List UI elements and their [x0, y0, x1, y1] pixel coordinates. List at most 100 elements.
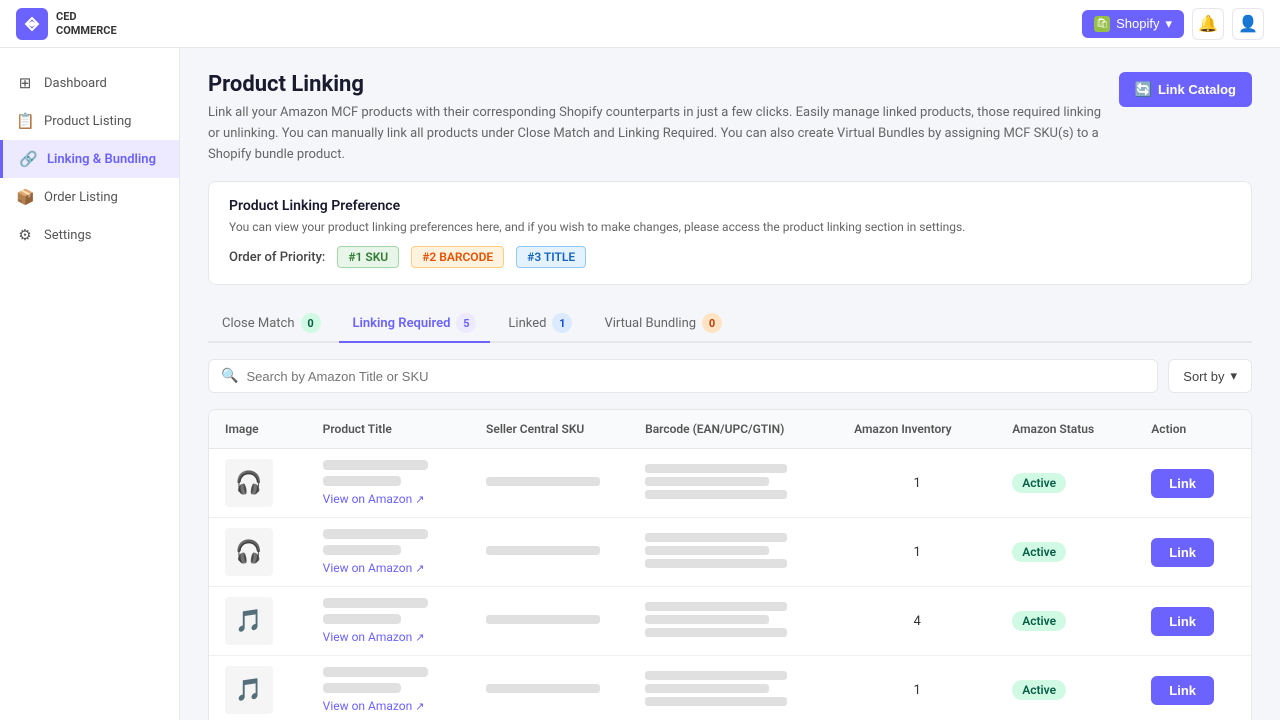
- search-icon: 🔍: [221, 368, 238, 384]
- cell-image-1: 🎧: [209, 518, 307, 587]
- barcode-line2-0: [645, 477, 769, 486]
- barcode-line3-3: [645, 697, 787, 706]
- view-on-amazon-link-3[interactable]: View on Amazon ↗: [323, 699, 454, 713]
- external-link-icon-3: ↗: [415, 700, 424, 713]
- tab-close-match-label: Close Match: [222, 316, 295, 331]
- product-subtitle-blur-1: [323, 545, 402, 555]
- product-image-1: 🎧: [225, 528, 273, 576]
- product-image-3: 🎵: [225, 666, 273, 714]
- sort-button[interactable]: Sort by ▾: [1168, 359, 1252, 393]
- product-table: Image Product Title Seller Central SKU B…: [208, 409, 1252, 720]
- barcode-line1-3: [645, 671, 787, 680]
- preference-title: Product Linking Preference: [229, 198, 1231, 214]
- product-image-0: 🎧: [225, 459, 273, 507]
- tab-close-match-badge: 0: [301, 313, 321, 333]
- badge-barcode: #2 BARCODE: [411, 246, 504, 268]
- shopify-button[interactable]: 🛍 Shopify ▾: [1082, 10, 1184, 38]
- col-barcode: Barcode (EAN/UPC/GTIN): [629, 410, 838, 449]
- table: Image Product Title Seller Central SKU B…: [209, 410, 1251, 720]
- shopify-label: Shopify: [1116, 16, 1159, 31]
- link-catalog-icon: 🔄: [1135, 81, 1152, 98]
- tab-linking-required[interactable]: Linking Required 5: [339, 305, 491, 343]
- chevron-down-icon: ▾: [1165, 16, 1172, 32]
- cell-action-0: Link: [1135, 449, 1251, 518]
- product-title-blur-0: [323, 460, 428, 470]
- cell-barcode-2: [629, 587, 838, 656]
- barcode-line1-1: [645, 533, 787, 542]
- link-button-2[interactable]: Link: [1151, 607, 1214, 636]
- product-listing-icon: 📋: [16, 112, 34, 130]
- bell-icon: 🔔: [1198, 14, 1218, 33]
- barcode-line1-0: [645, 464, 787, 473]
- search-sort-row: 🔍 Sort by ▾: [208, 359, 1252, 393]
- notification-button[interactable]: 🔔: [1192, 8, 1224, 40]
- link-button-3[interactable]: Link: [1151, 676, 1214, 705]
- link-button-1[interactable]: Link: [1151, 538, 1214, 567]
- barcode-line2-1: [645, 546, 769, 555]
- user-icon: 👤: [1238, 14, 1258, 33]
- cell-action-1: Link: [1135, 518, 1251, 587]
- cell-barcode-3: [629, 656, 838, 720]
- priority-row: Order of Priority: #1 SKU #2 BARCODE #3 …: [229, 246, 1231, 268]
- view-on-amazon-link-0[interactable]: View on Amazon ↗: [323, 492, 454, 506]
- badge-sku: #1 SKU: [337, 246, 399, 268]
- col-amazon-status: Amazon Status: [996, 410, 1135, 449]
- link-catalog-button[interactable]: 🔄 Link Catalog: [1119, 72, 1252, 107]
- view-on-amazon-link-2[interactable]: View on Amazon ↗: [323, 630, 454, 644]
- cell-title-3: View on Amazon ↗: [307, 656, 470, 720]
- sidebar-item-order-listing[interactable]: 📦 Order Listing: [0, 178, 179, 216]
- link-button-0[interactable]: Link: [1151, 469, 1214, 498]
- sidebar-label-settings: Settings: [44, 228, 91, 243]
- cell-inventory-3: 1: [838, 656, 996, 720]
- sidebar-item-settings[interactable]: ⚙ Settings: [0, 216, 179, 254]
- col-product-title: Product Title: [307, 410, 470, 449]
- table-row: 🎧 View on Amazon ↗ 1 Active: [209, 518, 1251, 587]
- table-row: 🎵 View on Amazon ↗ 4 Active: [209, 587, 1251, 656]
- view-on-amazon-link-1[interactable]: View on Amazon ↗: [323, 561, 454, 575]
- barcode-line3-2: [645, 628, 787, 637]
- sidebar-item-linking-bundling[interactable]: 🔗 Linking & Bundling: [0, 140, 179, 178]
- chevron-sort-icon: ▾: [1230, 368, 1237, 384]
- cell-status-3: Active: [996, 656, 1135, 720]
- barcode-line3-0: [645, 490, 787, 499]
- cell-image-3: 🎵: [209, 656, 307, 720]
- product-title-blur-1: [323, 529, 428, 539]
- sidebar-label-orders: Order Listing: [44, 190, 118, 205]
- sidebar-label-product-listing: Product Listing: [44, 114, 131, 129]
- cell-action-3: Link: [1135, 656, 1251, 720]
- search-input[interactable]: [246, 369, 1145, 384]
- cell-image-2: 🎵: [209, 587, 307, 656]
- cell-status-0: Active: [996, 449, 1135, 518]
- tab-linked-label: Linked: [508, 316, 546, 331]
- tab-linked-badge: 1: [552, 313, 572, 333]
- sidebar-item-product-listing[interactable]: 📋 Product Listing: [0, 102, 179, 140]
- page-title: Product Linking: [208, 72, 1108, 97]
- cell-status-1: Active: [996, 518, 1135, 587]
- barcode-line3-1: [645, 559, 787, 568]
- tab-virtual-bundling[interactable]: Virtual Bundling 0: [590, 305, 736, 343]
- cell-sku-3: [470, 656, 629, 720]
- tab-linked[interactable]: Linked 1: [494, 305, 586, 343]
- tab-close-match[interactable]: Close Match 0: [208, 305, 335, 343]
- cell-action-2: Link: [1135, 587, 1251, 656]
- table-row: 🎧 View on Amazon ↗ 1 Active: [209, 449, 1251, 518]
- barcode-line2-2: [645, 615, 769, 624]
- product-title-blur-3: [323, 667, 428, 677]
- user-profile-button[interactable]: 👤: [1232, 8, 1264, 40]
- sort-label: Sort by: [1183, 369, 1224, 384]
- tab-virtual-bundling-label: Virtual Bundling: [604, 316, 696, 331]
- settings-icon: ⚙: [16, 226, 34, 244]
- product-title-blur-2: [323, 598, 428, 608]
- cell-sku-1: [470, 518, 629, 587]
- sidebar-item-dashboard[interactable]: ⊞ Dashboard: [0, 64, 179, 102]
- col-action: Action: [1135, 410, 1251, 449]
- col-seller-central-sku: Seller Central SKU: [470, 410, 629, 449]
- brand-logo: CEDCOMMERCE: [0, 0, 180, 48]
- col-amazon-inventory: Amazon Inventory: [838, 410, 996, 449]
- link-catalog-label: Link Catalog: [1158, 82, 1236, 97]
- product-subtitle-blur-2: [323, 614, 402, 624]
- search-box[interactable]: 🔍: [208, 359, 1158, 393]
- priority-label: Order of Priority:: [229, 250, 325, 265]
- cell-barcode-1: [629, 518, 838, 587]
- cell-title-2: View on Amazon ↗: [307, 587, 470, 656]
